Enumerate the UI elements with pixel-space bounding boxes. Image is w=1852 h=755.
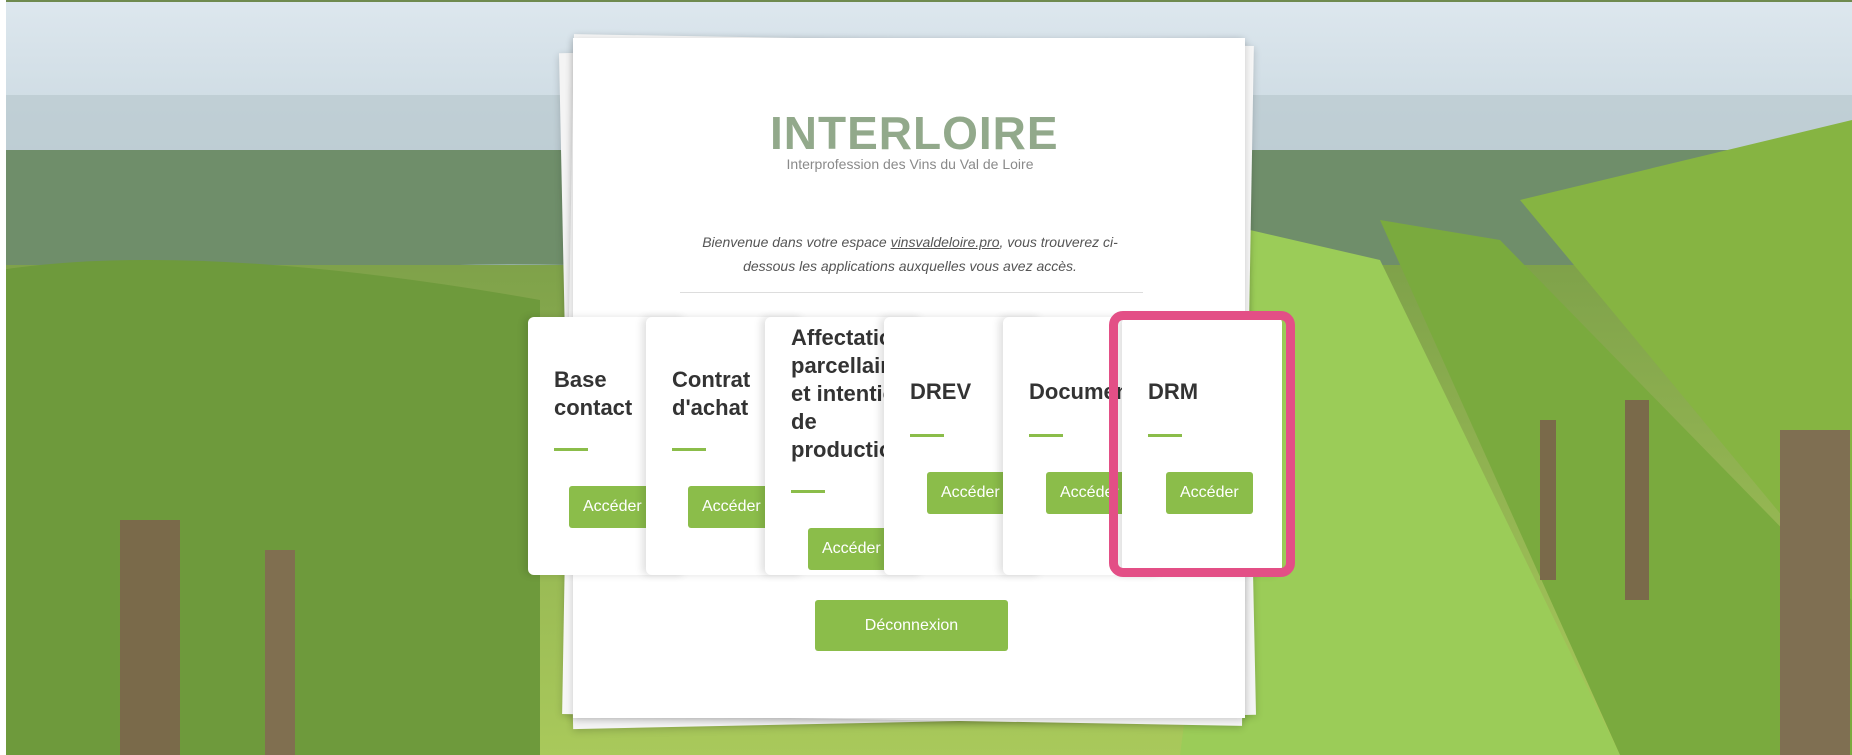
card-title: DREV <box>910 379 972 404</box>
logo-subtitle: Interprofession des Vins du Val de Loire <box>786 156 1034 172</box>
card-accent-bar <box>910 434 944 437</box>
welcome-text-start: Bienvenue dans votre espace <box>702 234 891 250</box>
access-button-affectation-parcellaire[interactable]: Accéder <box>808 528 895 570</box>
card-title: Contrat d'achat <box>672 367 751 420</box>
access-button-contrat-achat[interactable]: Accéder <box>688 486 775 528</box>
logout-button[interactable]: Déconnexion <box>815 600 1008 651</box>
site-link[interactable]: vinsvaldeloire.pro <box>891 234 1000 250</box>
divider <box>680 292 1143 293</box>
welcome-text: Bienvenue dans votre espace vinsvaldeloi… <box>680 230 1140 278</box>
card-accent-bar <box>1029 434 1063 437</box>
card-title: Base contact <box>554 367 633 420</box>
access-button-drev[interactable]: Accéder <box>927 472 1014 514</box>
access-button-base-contact[interactable]: Accéder <box>569 486 656 528</box>
card-accent-bar <box>554 448 588 451</box>
top-border <box>0 0 1852 2</box>
left-border <box>0 0 6 755</box>
logo-title: INTERLOIRE <box>770 107 1059 159</box>
card-accent-bar <box>791 490 825 493</box>
highlight-box-drm <box>1109 311 1295 577</box>
card-accent-bar <box>672 448 706 451</box>
interloire-logo: INTERLOIRE Interprofession des Vins du V… <box>770 107 1059 172</box>
